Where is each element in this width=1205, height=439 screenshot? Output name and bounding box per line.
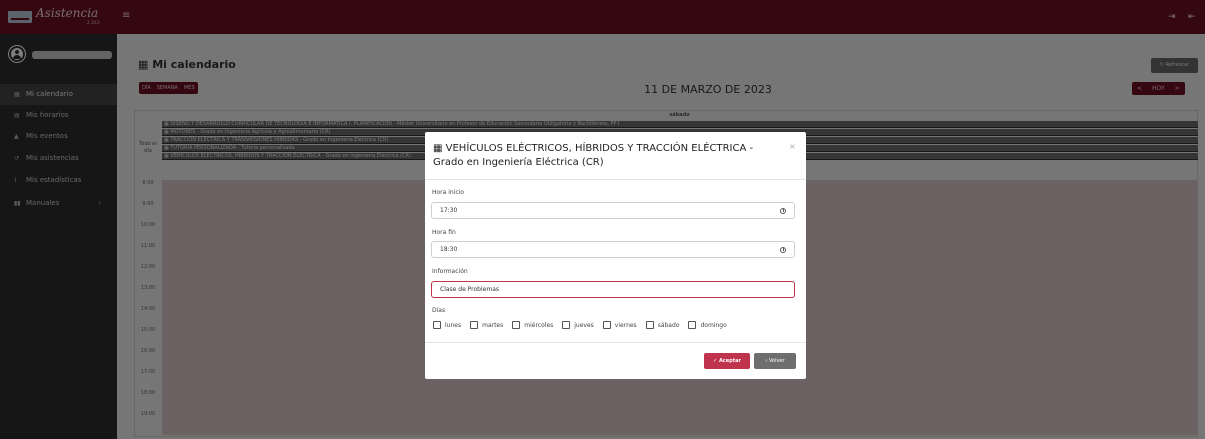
checkbox[interactable] [688,321,697,329]
info-value: Clase de Problemas [440,286,499,293]
checkbox[interactable] [602,321,611,329]
clock-icon[interactable] [780,247,786,253]
divider [425,342,806,343]
clock-icon[interactable] [780,208,786,214]
day-checkbox-sabado[interactable]: sábado [645,321,680,329]
day-label: viernes [614,321,637,329]
checkbox[interactable] [470,321,479,329]
day-label: lunes [445,321,462,329]
divider [425,179,806,180]
day-label: martes [482,321,504,329]
days-checkboxes: lunes martes miércoles jueves viernes sá… [433,319,736,331]
day-label: jueves [574,321,594,329]
days-label: Días [432,307,446,314]
start-time-input[interactable]: 17:30 [431,202,795,219]
start-time-label: Hora inicio [432,189,465,196]
accept-label: Aceptar [718,358,741,364]
day-label: domingo [700,321,727,329]
day-checkbox-lunes[interactable]: lunes [433,321,461,329]
start-time-value: 17:30 [440,207,458,214]
event-modal: ▦ VEHÍCULOS ELÉCTRICOS, HÍBRIDOS Y TRACC… [425,132,806,379]
info-input[interactable]: Clase de Problemas [431,281,795,298]
checkbox[interactable] [433,321,441,329]
checkbox[interactable] [512,321,521,329]
day-label: sábado [657,321,680,329]
day-checkbox-jueves[interactable]: jueves [562,321,594,329]
accept-button[interactable]: ✓ Aceptar [704,353,750,369]
close-icon[interactable]: × [789,142,796,151]
checkbox[interactable] [645,321,654,329]
day-checkbox-viernes[interactable]: viernes [602,321,637,329]
back-button[interactable]: ‹ Volver [754,353,796,369]
day-label: miércoles [524,321,554,329]
checkbox[interactable] [562,321,571,329]
end-time-input[interactable]: 18:30 [431,241,795,258]
back-label: Volver [769,358,785,364]
modal-title-text: VEHÍCULOS ELÉCTRICOS, HÍBRIDOS Y TRACCIÓ… [433,143,754,168]
info-label: Información [432,268,468,275]
day-checkbox-martes[interactable]: martes [470,321,503,329]
end-time-label: Hora fin [432,229,456,236]
day-checkbox-miercoles[interactable]: miércoles [512,321,553,329]
end-time-value: 18:30 [440,246,458,253]
calendar-icon: ▦ [433,143,446,154]
modal-title: ▦ VEHÍCULOS ELÉCTRICOS, HÍBRIDOS Y TRACC… [433,142,778,170]
day-checkbox-domingo[interactable]: domingo [688,321,727,329]
